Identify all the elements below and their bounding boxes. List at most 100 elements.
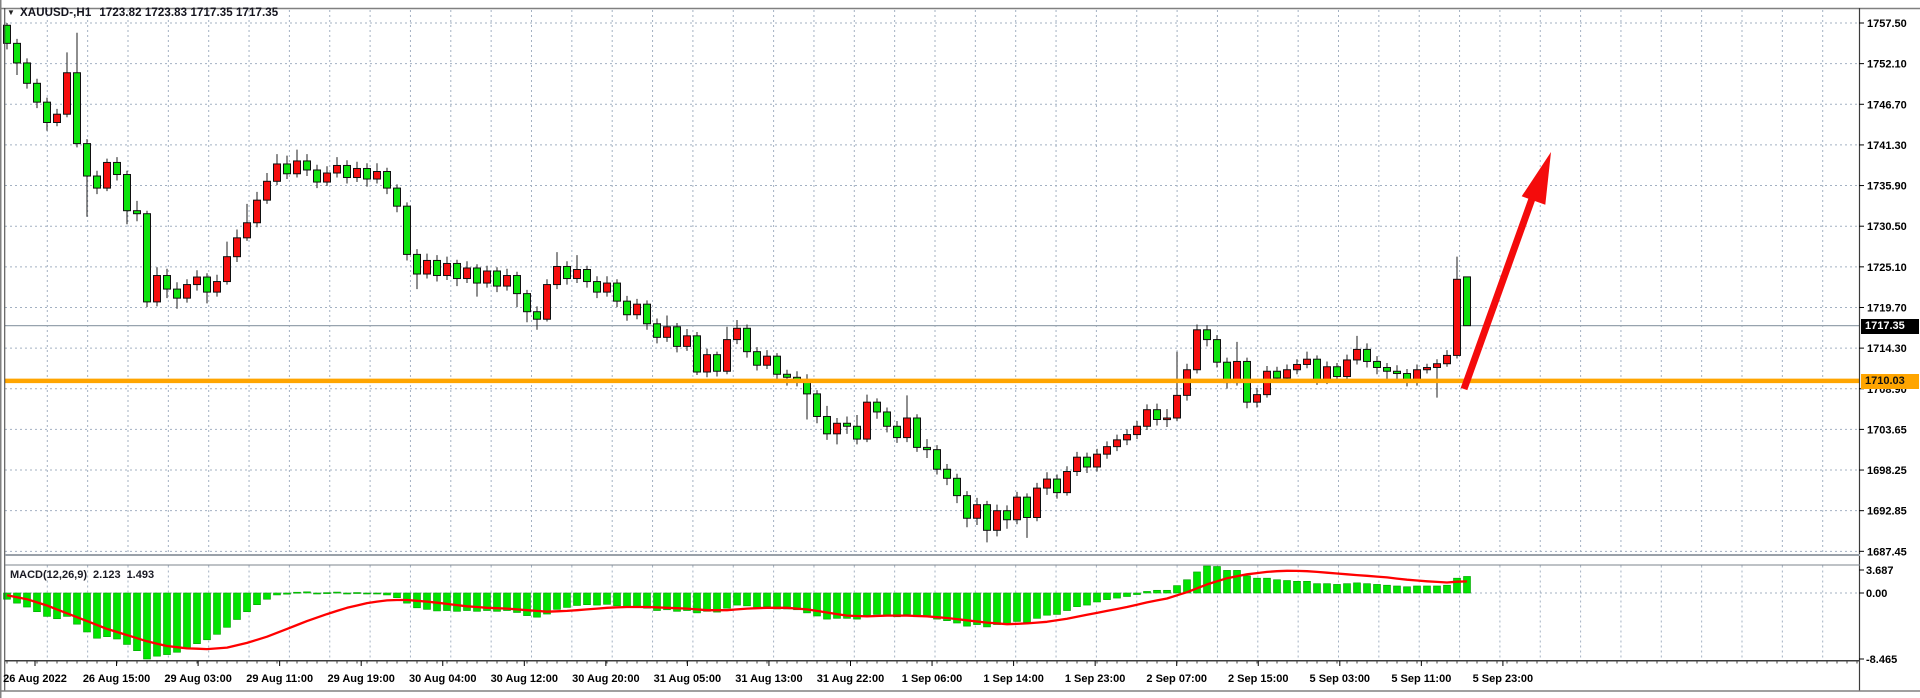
macd-histogram-bar bbox=[314, 593, 321, 594]
macd-histogram-bar bbox=[1104, 593, 1111, 600]
candle-body bbox=[234, 238, 241, 257]
macd-histogram-bar bbox=[754, 593, 761, 607]
candle-body bbox=[134, 211, 141, 214]
candle-body bbox=[514, 276, 521, 294]
candle-body bbox=[684, 336, 691, 347]
panel-separator[interactable] bbox=[5, 554, 1860, 556]
macd-histogram-bar bbox=[1394, 586, 1401, 593]
candle-body bbox=[754, 352, 761, 366]
macd-histogram-bar bbox=[1164, 590, 1171, 593]
candle-body bbox=[414, 254, 421, 274]
candle-body bbox=[294, 161, 301, 174]
macd-histogram-bar bbox=[894, 593, 901, 617]
candle-body bbox=[664, 327, 671, 338]
macd-histogram-bar bbox=[1174, 586, 1181, 593]
candle-body bbox=[184, 285, 191, 299]
candle-body bbox=[104, 162, 111, 188]
macd-histogram-bar bbox=[1454, 578, 1461, 593]
macd-histogram-bar bbox=[224, 593, 231, 627]
macd-histogram-bar bbox=[334, 592, 341, 593]
candle-body bbox=[864, 402, 871, 439]
macd-histogram-bar bbox=[904, 593, 911, 614]
candle-body bbox=[454, 263, 461, 278]
macd-histogram-bar bbox=[1384, 585, 1391, 593]
candle-body bbox=[54, 114, 61, 122]
candle-body bbox=[1294, 364, 1301, 369]
macd-histogram-bar bbox=[74, 593, 81, 624]
candle-body bbox=[614, 283, 621, 301]
macd-histogram-bar bbox=[154, 593, 161, 656]
macd-histogram-bar bbox=[324, 593, 331, 594]
macd-histogram-bar bbox=[1434, 586, 1441, 593]
candle-body bbox=[734, 328, 741, 339]
candle-body bbox=[64, 73, 71, 114]
candle-body bbox=[284, 164, 291, 174]
candle-body bbox=[224, 257, 231, 282]
candle-body bbox=[1054, 479, 1061, 493]
candle-body bbox=[1424, 367, 1431, 369]
trend-arrow-shaft[interactable] bbox=[1464, 196, 1533, 389]
ohlc-values: 1723.82 1723.83 1717.35 1717.35 bbox=[99, 7, 278, 19]
macd-histogram-bar bbox=[364, 593, 371, 594]
macd-histogram-bar bbox=[1054, 593, 1061, 614]
macd-histogram-bar bbox=[84, 593, 91, 632]
macd-histogram-bar bbox=[1144, 591, 1151, 593]
candle-body bbox=[14, 43, 21, 63]
candle-body bbox=[484, 271, 491, 283]
candle-body bbox=[894, 426, 901, 437]
chart-canvas[interactable]: 1757.501752.101746.701741.301735.901730.… bbox=[0, 0, 1920, 698]
macd-histogram-bar bbox=[234, 593, 241, 620]
macd-histogram-bar bbox=[974, 593, 981, 625]
macd-histogram-bar bbox=[1014, 593, 1021, 621]
macd-histogram-bar bbox=[1414, 586, 1421, 593]
macd-histogram-bar bbox=[914, 593, 921, 617]
candle-body bbox=[814, 394, 821, 417]
macd-histogram-bar bbox=[1044, 593, 1051, 615]
macd-histogram-bar bbox=[1074, 593, 1081, 607]
macd-histogram-bar bbox=[584, 593, 591, 605]
candle-body bbox=[1134, 426, 1141, 434]
candle-body bbox=[1144, 410, 1151, 427]
price-axis[interactable] bbox=[1860, 8, 1920, 658]
candle-body bbox=[564, 266, 571, 278]
chart-title: ▼ XAUUSD-,H1 1723.82 1723.83 1717.35 1717.… bbox=[7, 7, 278, 19]
candle-body bbox=[154, 276, 161, 302]
candle-body bbox=[1044, 479, 1051, 488]
candle-body bbox=[704, 355, 711, 372]
candle-body bbox=[634, 304, 641, 315]
candle-body bbox=[1034, 488, 1041, 517]
candle-body bbox=[304, 161, 311, 170]
macd-histogram-bar bbox=[1314, 584, 1321, 593]
macd-histogram-bar bbox=[204, 593, 211, 640]
candle-body bbox=[874, 402, 881, 412]
candle-body bbox=[114, 162, 121, 174]
candle-body bbox=[994, 511, 1001, 531]
candle-body bbox=[1004, 511, 1011, 520]
macd-histogram-bar bbox=[214, 593, 221, 634]
candle-body bbox=[264, 181, 271, 200]
macd-histogram-bar bbox=[1294, 581, 1301, 593]
candle-body bbox=[1084, 457, 1091, 467]
candle-body bbox=[674, 327, 681, 347]
candle-body bbox=[1074, 457, 1081, 471]
candle-body bbox=[884, 412, 891, 426]
candle-body bbox=[164, 276, 171, 290]
symbol-period-label: XAUUSD-,H1 bbox=[20, 7, 91, 19]
candle-body bbox=[824, 416, 831, 433]
macd-histogram-bar bbox=[1084, 593, 1091, 605]
macd-histogram-bar bbox=[194, 593, 201, 644]
candle-body bbox=[544, 285, 551, 320]
candle-body bbox=[84, 144, 91, 176]
candle-body bbox=[1104, 447, 1111, 455]
candle-body bbox=[534, 312, 541, 320]
trend-arrow-head-icon[interactable] bbox=[1522, 152, 1551, 205]
candle-body bbox=[194, 277, 201, 285]
candle-body bbox=[574, 269, 581, 278]
macd-histogram-bar bbox=[1204, 566, 1211, 593]
macd-histogram-bar bbox=[884, 593, 891, 615]
candle-body bbox=[1274, 371, 1281, 378]
macd-histogram-bar bbox=[1444, 585, 1451, 593]
time-axis[interactable] bbox=[5, 661, 1860, 689]
collapse-icon[interactable]: ▼ bbox=[7, 8, 15, 17]
macd-histogram-bar bbox=[524, 593, 531, 616]
